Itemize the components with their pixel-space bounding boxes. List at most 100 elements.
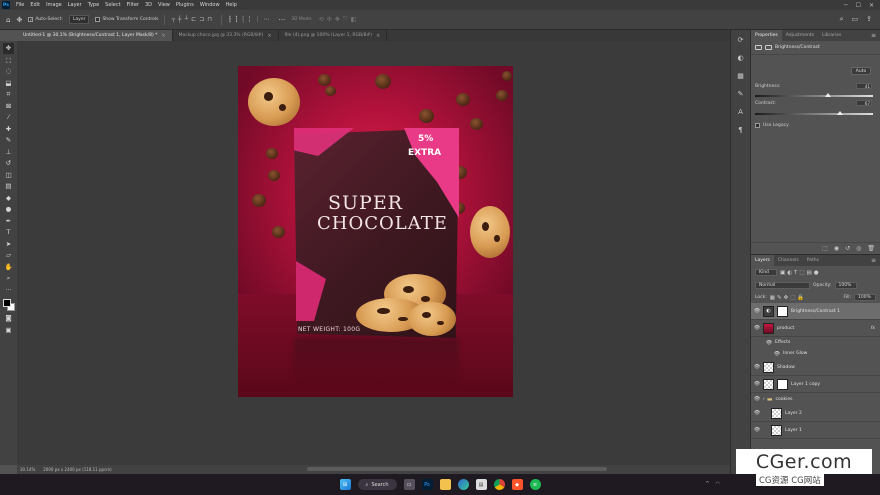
clone-stamp-icon[interactable]: ⊥ xyxy=(3,147,14,158)
visibility-eye-icon[interactable]: 👁 xyxy=(751,410,763,416)
dodge-tool-icon[interactable]: ● xyxy=(3,204,14,215)
tab-mockup-choco[interactable]: Mockup choco.jpg @ 33.3% (RGB/8#) × xyxy=(173,30,279,41)
frame-tool-icon[interactable]: ⊠ xyxy=(3,101,14,112)
taskbar-search[interactable]: ⌕ Search xyxy=(357,479,397,490)
crop-tool-icon[interactable]: ⌗ xyxy=(3,89,14,100)
layer-row-cookies-group[interactable]: 👁 › ▬ cookies xyxy=(751,393,880,405)
reset-icon[interactable]: ↺ xyxy=(845,245,850,252)
auto-select-target-dropdown[interactable]: Layer xyxy=(68,15,90,24)
task-view-icon[interactable]: ▭ xyxy=(403,479,415,490)
panel-menu-icon[interactable]: ≡ xyxy=(867,255,880,266)
marquee-tool-icon[interactable]: ⬚ xyxy=(3,55,14,66)
more-options-icon[interactable]: ··· xyxy=(278,16,285,24)
visibility-eye-icon[interactable]: 👁 xyxy=(751,427,763,433)
layer-filter-kind-dropdown[interactable]: Kind xyxy=(755,269,777,276)
workspace-icon[interactable]: ▭ xyxy=(852,15,859,24)
tab-paths[interactable]: Paths xyxy=(803,255,823,266)
screen-mode-icon[interactable]: ▣ xyxy=(3,325,14,336)
brightness-value-input[interactable]: 41 xyxy=(856,83,872,89)
opacity-input[interactable]: 100% xyxy=(834,282,857,289)
maximize-icon[interactable]: ☐ xyxy=(856,2,861,9)
3d-mode-icons[interactable]: ⟲✣✥⤧◧ xyxy=(319,16,360,24)
document-canvas[interactable]: 5% EXTRA SUPER CHOCOLATE NET WEIGHT: 100… xyxy=(238,66,513,397)
file-explorer-icon[interactable] xyxy=(439,479,451,490)
chrome-icon[interactable] xyxy=(493,479,505,490)
move-tool-icon[interactable]: ✥ xyxy=(16,16,22,24)
use-legacy-checkbox[interactable] xyxy=(755,123,760,128)
close-icon[interactable]: × xyxy=(376,33,380,39)
visibility-eye-icon[interactable]: 👁 xyxy=(751,325,763,331)
close-icon[interactable]: ✕ xyxy=(869,2,874,9)
color-swatches[interactable] xyxy=(2,298,16,312)
path-select-icon[interactable]: ➤ xyxy=(3,239,14,250)
document-info[interactable]: 2000 px x 2400 px (118.11 ppcm) xyxy=(43,467,111,472)
menu-select[interactable]: Select xyxy=(102,2,123,8)
layer-mask-icon[interactable] xyxy=(765,45,772,50)
fill-input[interactable]: 100% xyxy=(854,294,876,301)
contrast-value-input[interactable]: 67 xyxy=(856,100,872,106)
menu-edit[interactable]: Edit xyxy=(27,2,43,8)
auto-button[interactable]: Auto xyxy=(851,67,871,75)
transform-controls-checkbox[interactable] xyxy=(95,17,101,22)
layer-row-layer-1-copy[interactable]: 👁 Layer 1 copy xyxy=(751,376,880,393)
lock-icons[interactable]: ▦✎✥⬚🔒 xyxy=(770,295,806,301)
zoom-tool-icon[interactable]: ⌕ xyxy=(3,273,14,284)
visibility-eye-icon[interactable]: 👁 xyxy=(771,351,783,357)
layer-inner-glow-row[interactable]: 👁 Inner Glow xyxy=(751,348,880,359)
zoom-level[interactable]: 30.14% xyxy=(20,467,35,472)
menu-help[interactable]: Help xyxy=(223,2,240,8)
menu-view[interactable]: View xyxy=(155,2,173,8)
contrast-slider[interactable] xyxy=(755,113,873,115)
pen-tool-icon[interactable]: ✒ xyxy=(3,216,14,227)
brightness-slider[interactable] xyxy=(755,95,873,97)
history-icon[interactable]: ⟳ xyxy=(738,36,744,44)
group-chevron-icon[interactable]: › xyxy=(763,397,765,402)
visibility-eye-icon[interactable]: 👁 xyxy=(763,340,775,346)
menu-image[interactable]: Image xyxy=(43,2,65,8)
tab-libraries[interactable]: Libraries xyxy=(818,30,845,41)
character-icon[interactable]: A xyxy=(738,108,743,116)
tray-chevron-icon[interactable]: ^ xyxy=(705,481,709,487)
layer-row-shadow[interactable]: 👁 Shadow xyxy=(751,359,880,376)
tab-layers[interactable]: Layers xyxy=(751,255,774,266)
layer-row-layer-1[interactable]: 👁 Layer 1 xyxy=(751,422,880,439)
distribute-icons[interactable]: ┇┋┆╎⋮⋯ xyxy=(228,16,272,23)
eraser-tool-icon[interactable]: ◫ xyxy=(3,170,14,181)
home-icon[interactable]: ⌂ xyxy=(6,16,10,24)
menu-window[interactable]: Window xyxy=(197,2,223,8)
edge-icon[interactable] xyxy=(457,479,469,490)
align-icons[interactable]: ┬┼┴⊏⊐⊓ xyxy=(171,16,215,23)
tab-channels[interactable]: Channels xyxy=(774,255,803,266)
brush-settings-icon[interactable]: ✎ xyxy=(738,90,744,98)
tab-adjustments[interactable]: Adjustments xyxy=(782,30,818,41)
swatches-icon[interactable]: ▦ xyxy=(737,72,744,80)
type-tool-icon[interactable]: T xyxy=(3,227,14,238)
brush-tool-icon[interactable]: ✎ xyxy=(3,135,14,146)
share-icon[interactable]: ⇪ xyxy=(866,15,872,24)
shape-tool-icon[interactable]: ▱ xyxy=(3,250,14,261)
transform-controls-option[interactable]: Show Transform Controls xyxy=(95,17,158,22)
fx-icon[interactable]: fx xyxy=(871,326,875,331)
tab-properties[interactable]: Properties xyxy=(751,30,782,41)
paragraph-icon[interactable]: ¶ xyxy=(738,126,742,134)
close-icon[interactable]: × xyxy=(267,33,271,39)
history-brush-icon[interactable]: ↺ xyxy=(3,158,14,169)
menu-layer[interactable]: Layer xyxy=(65,2,85,8)
brightness-slider-thumb[interactable] xyxy=(825,93,832,97)
view-previous-icon[interactable]: ◉ xyxy=(834,245,839,252)
minimize-icon[interactable]: ─ xyxy=(844,2,848,9)
blur-tool-icon[interactable]: ◆ xyxy=(3,193,14,204)
layer-effects-row[interactable]: 👁 Effects xyxy=(751,337,880,348)
delete-icon[interactable]: 🗑 xyxy=(867,245,875,252)
menu-3d[interactable]: 3D xyxy=(142,2,155,8)
foreground-color-swatch[interactable] xyxy=(2,299,11,307)
brave-icon[interactable]: ◆ xyxy=(511,479,523,490)
clip-to-layer-icon[interactable]: ⬚ xyxy=(822,245,828,252)
layer-row-layer-2[interactable]: 👁 Layer 2 xyxy=(751,405,880,422)
windows-start-icon[interactable]: ⊞ xyxy=(339,479,351,490)
visibility-eye-icon[interactable]: 👁 xyxy=(751,381,763,387)
layer-mask-thumb[interactable] xyxy=(777,305,788,317)
object-select-tool-icon[interactable]: ⬓ xyxy=(3,78,14,89)
store-icon[interactable]: ▤ xyxy=(475,479,487,490)
use-legacy-option[interactable]: Use Legacy xyxy=(755,123,789,128)
